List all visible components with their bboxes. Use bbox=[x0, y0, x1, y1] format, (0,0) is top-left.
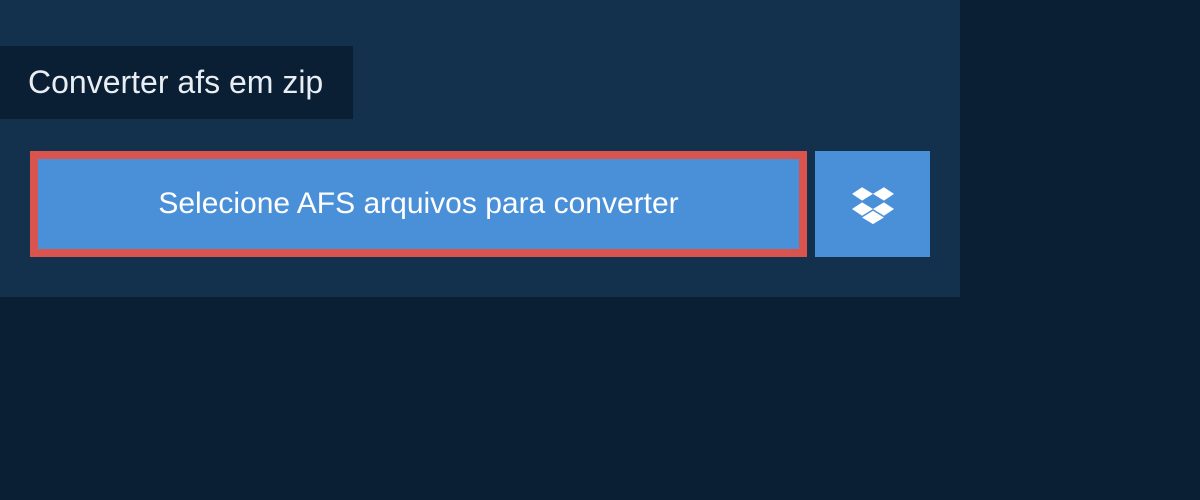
dropbox-icon bbox=[852, 183, 894, 225]
tab-row: Converter afs em zip bbox=[0, 0, 960, 119]
tab-converter[interactable]: Converter afs em zip bbox=[0, 46, 353, 119]
dropbox-button[interactable] bbox=[815, 151, 930, 257]
select-files-button[interactable]: Selecione AFS arquivos para converter bbox=[30, 151, 807, 257]
converter-panel: Converter afs em zip Selecione AFS arqui… bbox=[0, 0, 960, 297]
select-files-label: Selecione AFS arquivos para converter bbox=[158, 187, 678, 220]
button-row: Selecione AFS arquivos para converter bbox=[0, 119, 960, 297]
tab-label: Converter afs em zip bbox=[28, 64, 323, 100]
